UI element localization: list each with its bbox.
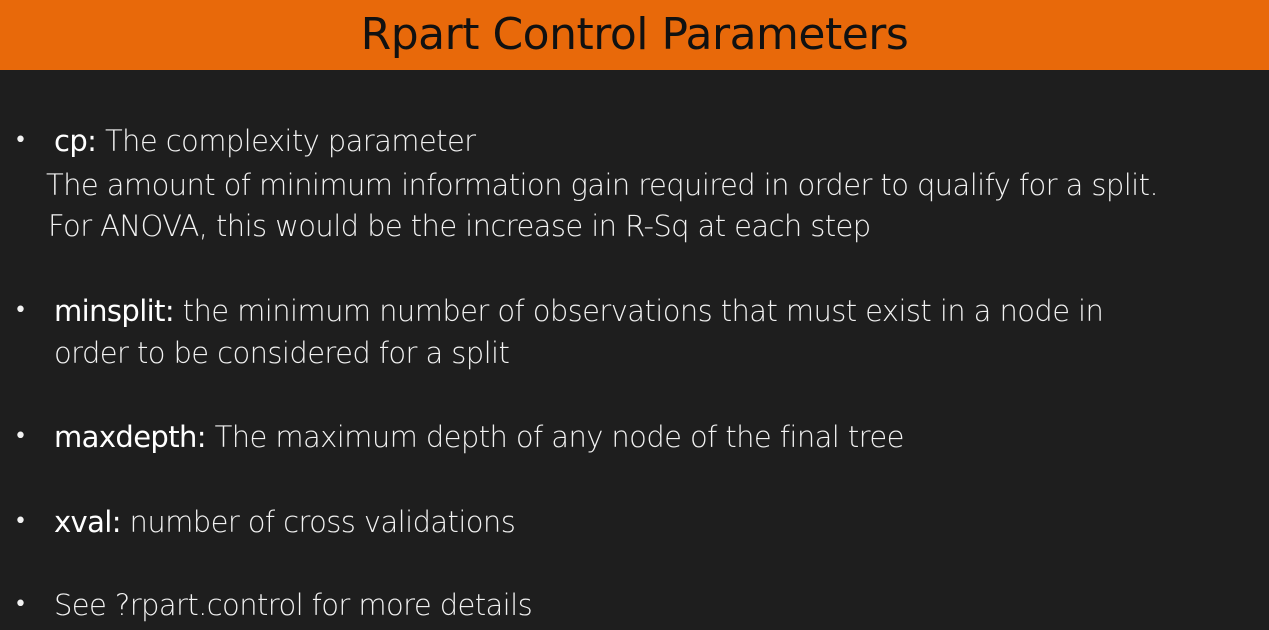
bullet-term: maxdepth: xyxy=(54,420,207,454)
bullet-dot-icon: • xyxy=(14,128,27,153)
bullet-line: cp: The complexity parameter xyxy=(54,120,476,162)
bullet-dot-icon: • xyxy=(14,424,27,449)
bullet-term: cp: xyxy=(54,124,97,158)
bullet-line: maxdepth: The maximum depth of any node … xyxy=(54,416,904,458)
bullet-continuation: The amount of minimum information gain r… xyxy=(46,168,1159,202)
bullet-term: minsplit: xyxy=(54,294,175,328)
bullet-text: number of cross validations xyxy=(120,505,516,539)
title-bar: Rpart Control Parameters xyxy=(0,0,1269,70)
slide-title: Rpart Control Parameters xyxy=(360,9,909,60)
bullet-dot-icon: • xyxy=(14,592,27,617)
bullet-text: See ?rpart.control for more details xyxy=(54,588,533,622)
bullet-continuation: order to be considered for a split xyxy=(54,336,510,370)
bullet-line: minsplit: the minimum number of observat… xyxy=(54,290,1104,332)
bullet-dot-icon: • xyxy=(14,509,27,534)
bullet-term: xval: xyxy=(54,505,122,539)
bullet-continuation: For ANOVA, this would be the increase in… xyxy=(48,209,871,243)
bullet-line: See ?rpart.control for more details xyxy=(54,584,533,626)
bullet-line: xval: number of cross validations xyxy=(54,501,516,543)
bullet-text: the minimum number of observations that … xyxy=(174,294,1104,328)
bullet-text: The complexity parameter xyxy=(96,124,476,158)
bullet-text: The maximum depth of any node of the fin… xyxy=(205,420,905,454)
bullet-dot-icon: • xyxy=(14,298,27,323)
